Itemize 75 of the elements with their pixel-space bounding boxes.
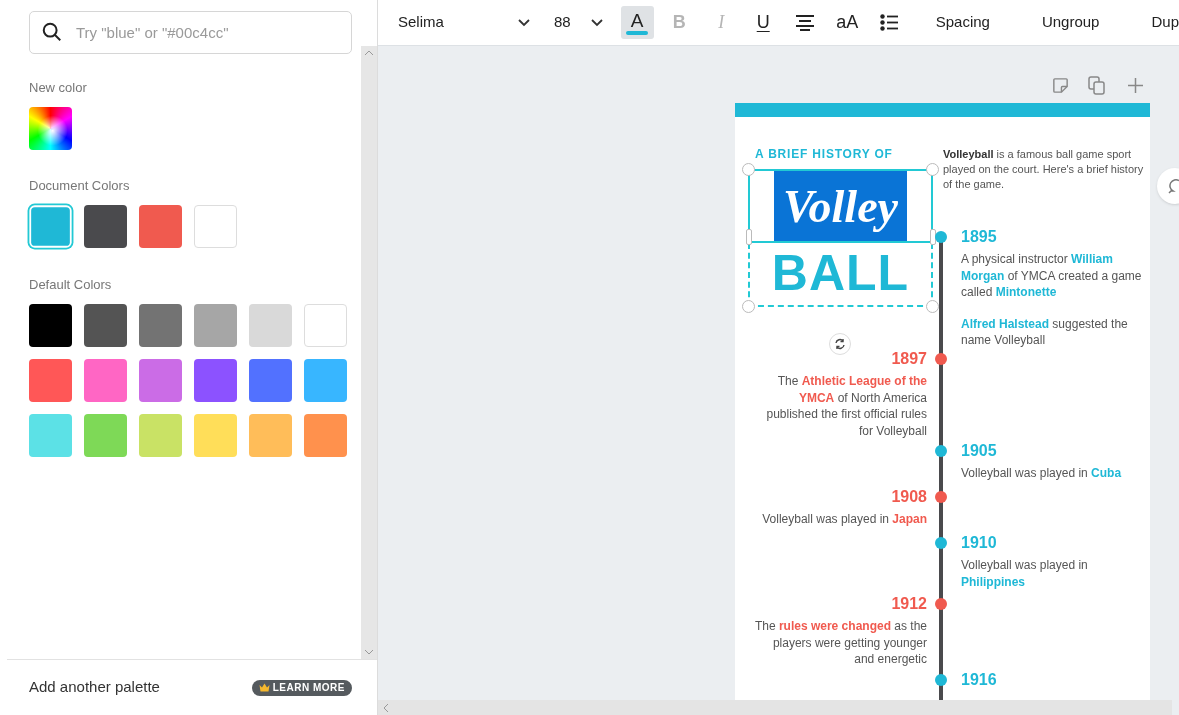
color-bar (626, 30, 649, 35)
letter-case-button[interactable]: aA (830, 6, 864, 39)
resize-handle[interactable] (926, 300, 939, 313)
timeline-description: Volleyball was played in Philippines (961, 557, 1089, 590)
learn-more-badge[interactable]: LEARN MORE (251, 679, 352, 696)
color-swatch[interactable] (304, 359, 347, 402)
speech-bubble-icon (1167, 178, 1179, 194)
resize-handle[interactable] (926, 163, 939, 176)
color-swatch[interactable] (29, 359, 72, 402)
rainbow-swatch[interactable] (29, 107, 72, 150)
toolbar-action[interactable]: Spacing (935, 11, 990, 34)
color-swatch[interactable] (249, 304, 292, 347)
timeline-year: 1895 (961, 227, 997, 247)
resize-handle[interactable] (930, 229, 936, 245)
design-heading: A BRIEF HISTORY OF (755, 146, 893, 163)
color-swatch[interactable] (84, 205, 127, 248)
color-swatch[interactable] (84, 304, 127, 347)
color-swatch[interactable] (139, 359, 182, 402)
align-center-icon (795, 14, 816, 31)
note-icon[interactable] (1051, 76, 1070, 95)
chevron-down-icon (518, 18, 530, 27)
font-dropdown[interactable]: Selima (398, 11, 530, 34)
script-title: Volley (774, 171, 907, 242)
color-swatch[interactable] (84, 414, 127, 457)
toolbar-action[interactable]: Ungroup (1041, 11, 1100, 34)
add-palette-label[interactable]: Add another palette (29, 676, 160, 699)
timeline-year: 1912 (891, 594, 927, 614)
intro-paragraph: Volleyball is a famous ball game sport played on the court. Here's a brief history of the game. (943, 147, 1145, 192)
color-swatch[interactable] (194, 205, 237, 248)
section-label: New color (29, 79, 88, 97)
resize-handle[interactable] (746, 229, 752, 245)
section-label: Default Colors (29, 276, 113, 294)
toolbar-action[interactable]: Dup (1151, 11, 1179, 34)
copy-icon[interactable] (1088, 76, 1106, 95)
rotate-icon (834, 338, 846, 350)
color-swatch[interactable] (249, 359, 292, 402)
crown-icon (258, 683, 270, 692)
search-icon (41, 21, 63, 43)
resize-handle[interactable] (742, 163, 755, 176)
color-swatch[interactable] (194, 304, 237, 347)
size-dropdown[interactable]: 88 (554, 11, 603, 34)
text-color-button[interactable]: A (620, 6, 654, 39)
add-icon[interactable] (1128, 78, 1143, 93)
color-swatch[interactable] (139, 304, 182, 347)
bullet-list-icon (880, 14, 899, 31)
timeline-year: 1897 (891, 349, 927, 369)
timeline-description: Volleyball was played in Cuba (961, 465, 1122, 482)
color-swatch[interactable] (139, 414, 182, 457)
timeline-year: 1916 (961, 670, 997, 690)
underline-button[interactable]: U (746, 6, 780, 39)
color-swatch[interactable] (249, 414, 292, 457)
color-swatch[interactable] (194, 414, 237, 457)
color-swatch[interactable] (29, 414, 72, 457)
timeline-description: Alfred Halstead suggested the name Volleyball (961, 315, 1129, 349)
timeline-year: 1908 (891, 487, 927, 507)
timeline-year: 1910 (961, 533, 997, 553)
search-field[interactable]: Try "blue" or "#00c4cc" (29, 11, 352, 54)
color-swatch[interactable] (139, 205, 182, 248)
section-label: Document Colors (29, 177, 131, 195)
color-swatch[interactable] (29, 304, 72, 347)
rotate-button[interactable] (829, 333, 851, 355)
resize-handle[interactable] (742, 300, 755, 313)
color-swatch[interactable] (304, 414, 347, 457)
timeline-description: Volleyball was played in Japan (762, 511, 927, 528)
timeline-year: 1905 (961, 441, 997, 461)
color-swatch[interactable] (304, 304, 347, 347)
chevron-down-icon (590, 18, 603, 27)
scrollbar[interactable] (361, 46, 377, 659)
color-swatch[interactable] (194, 359, 237, 402)
horizontal-scrollbar[interactable] (378, 700, 1172, 715)
color-swatch[interactable] (84, 359, 127, 402)
timeline-description: A physical instructor William Morgan of YMCA created a game called Mintonette (961, 251, 1143, 301)
timeline-description: The rules were changed as the players were getting younger and energetic (753, 618, 927, 668)
color-swatch[interactable] (31, 207, 70, 246)
timeline-description: The Athletic League of the YMCA of North America published the first official rules for Volleyball (765, 373, 927, 439)
